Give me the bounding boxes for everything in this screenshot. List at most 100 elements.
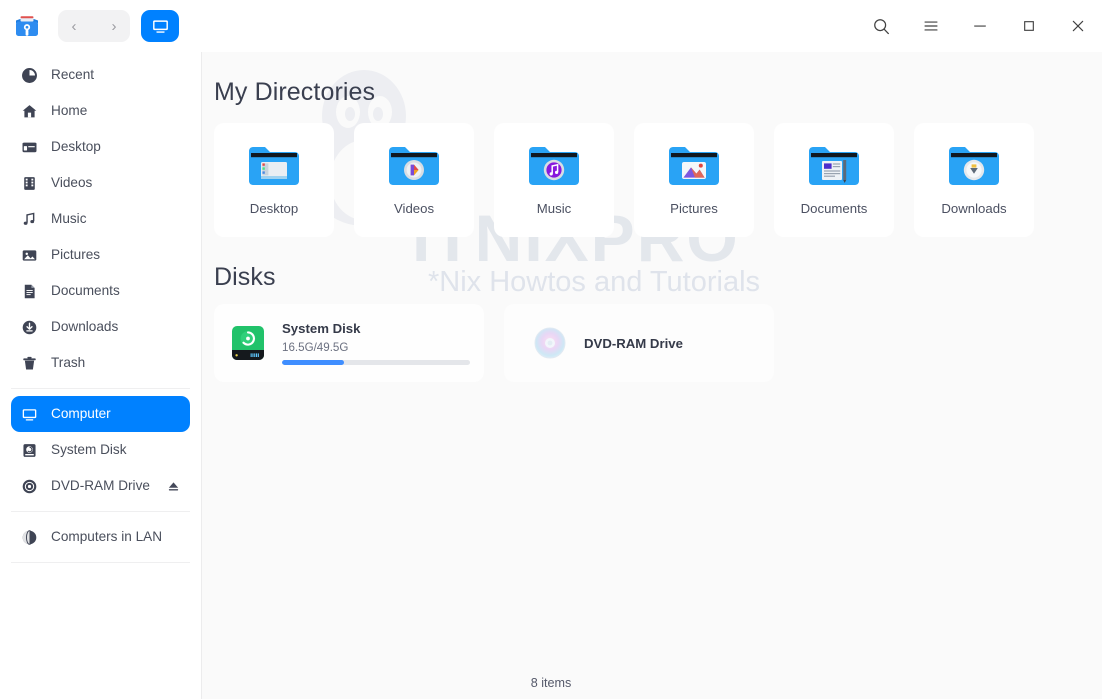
folder-pictures-icon (665, 139, 723, 189)
harddisk-icon (20, 441, 39, 460)
desktop-icon (20, 138, 39, 157)
network-icon (20, 528, 39, 547)
sidebar-item-computers-in-lan[interactable]: Computers in LAN (11, 519, 190, 555)
music-note-icon (20, 210, 39, 229)
clock-icon (20, 66, 39, 85)
disk-usage-bar (282, 360, 470, 365)
sidebar-item-documents[interactable]: Documents (11, 273, 190, 309)
sidebar-item-home[interactable]: Home (11, 93, 190, 129)
sidebar-divider (11, 511, 190, 512)
tab-computer[interactable] (141, 10, 179, 42)
disc-icon (20, 477, 39, 496)
menu-button[interactable] (906, 0, 955, 52)
forward-button[interactable]: › (107, 19, 121, 34)
folder-videos-icon (385, 139, 443, 189)
disk-card-dvd-ram-drive[interactable]: DVD-RAM Drive (504, 304, 774, 382)
directories-grid: Desktop Videos Music Pictures Documents … (202, 123, 1102, 237)
sidebar-item-recent[interactable]: Recent (11, 57, 190, 93)
sidebar-item-pictures[interactable]: Pictures (11, 237, 190, 273)
folder-downloads-icon (945, 139, 1003, 189)
folder-music-icon (525, 139, 583, 189)
folder-desktop-icon (245, 139, 303, 189)
main-content: ITNIXPRO *Nix Howtos and Tutorials My Di… (202, 52, 1102, 667)
sidebar-item-label: Home (51, 103, 88, 119)
sidebar-divider (11, 388, 190, 389)
sidebar-item-label: Documents (51, 283, 120, 299)
sidebar-item-label: System Disk (51, 442, 127, 458)
my-directories-title: My Directories (214, 78, 376, 106)
dvd-disc-icon (530, 323, 570, 363)
sidebar-divider (11, 562, 190, 563)
sidebar-item-label: DVD-RAM Drive (51, 478, 150, 494)
system-disk-icon (228, 323, 268, 363)
disk-info: DVD-RAM Drive (584, 336, 760, 351)
back-button[interactable]: ‹ (67, 19, 81, 34)
computer-icon (20, 405, 39, 424)
file-manager-window: ‹ › Recent Home Desktop Videos Music Pic… (0, 0, 1102, 699)
sidebar-item-videos[interactable]: Videos (11, 165, 190, 201)
sidebar-item-trash[interactable]: Trash (11, 345, 190, 381)
search-icon (874, 18, 889, 34)
folder-name: Documents (800, 201, 868, 216)
title-bar: ‹ › (0, 0, 1102, 52)
window-body: Recent Home Desktop Videos Music Picture… (0, 52, 1102, 667)
folder-name: Pictures (670, 201, 718, 216)
sidebar: Recent Home Desktop Videos Music Picture… (0, 52, 202, 667)
sidebar-item-desktop[interactable]: Desktop (11, 129, 190, 165)
folder-name: Videos (393, 201, 435, 216)
sidebar-item-system-disk[interactable]: System Disk (11, 432, 190, 468)
item-count-label: 8 items (530, 676, 572, 690)
status-bar-sidebar-pad (0, 667, 202, 699)
folder-card-videos[interactable]: Videos (354, 123, 474, 237)
sidebar-item-label: Computers in LAN (51, 529, 163, 545)
app-logo-icon (12, 11, 42, 41)
disks-grid: System Disk 16.5G/49.5G DVD-RAM Drive (202, 304, 1102, 382)
sidebar-item-downloads[interactable]: Downloads (11, 309, 190, 345)
maximize-icon (1023, 21, 1034, 31)
sidebar-item-label: Videos (51, 175, 93, 191)
sidebar-item-label: Pictures (51, 247, 101, 263)
sidebar-item-label: Recent (51, 67, 95, 83)
film-icon (20, 174, 39, 193)
sidebar-item-music[interactable]: Music (11, 201, 190, 237)
maximize-button[interactable] (1004, 0, 1053, 52)
sidebar-item-label: Music (51, 211, 87, 227)
folder-name: Music (536, 201, 572, 216)
eject-icon[interactable] (167, 480, 180, 493)
image-icon (20, 246, 39, 265)
trash-icon (20, 354, 39, 373)
sidebar-item-label: Desktop (51, 139, 101, 155)
minimize-icon (973, 25, 986, 27)
disk-name: System Disk (282, 321, 361, 336)
sidebar-item-dvd-ram-drive[interactable]: DVD-RAM Drive (11, 468, 190, 504)
sidebar-item-computer[interactable]: Computer (11, 396, 190, 432)
search-button[interactable] (857, 0, 906, 52)
hamburger-menu-icon (923, 21, 938, 31)
disks-title: Disks (214, 263, 276, 291)
close-button[interactable] (1053, 0, 1102, 52)
home-icon (20, 102, 39, 121)
navigation-buttons: ‹ › (58, 10, 130, 42)
sidebar-item-label: Computer (51, 406, 111, 422)
disk-capacity: 16.5G/49.5G (282, 341, 349, 354)
disk-name: DVD-RAM Drive (584, 335, 683, 351)
status-bar: 8 items (0, 667, 1102, 699)
sidebar-item-label: Downloads (51, 319, 119, 335)
folder-card-music[interactable]: Music (494, 123, 614, 237)
main-scroll-area: My Directories Desktop Videos Music Pict… (202, 52, 1102, 667)
folder-card-documents[interactable]: Documents (774, 123, 894, 237)
folder-name: Desktop (249, 201, 299, 216)
disk-usage-fill (282, 360, 345, 365)
window-actions (857, 0, 1102, 52)
disk-info: System Disk 16.5G/49.5G (282, 321, 470, 365)
download-icon (20, 318, 39, 337)
minimize-button[interactable] (955, 0, 1004, 52)
folder-documents-icon (805, 139, 863, 189)
disk-card-system-disk[interactable]: System Disk 16.5G/49.5G (214, 304, 484, 382)
folder-card-downloads[interactable]: Downloads (914, 123, 1034, 237)
folder-card-pictures[interactable]: Pictures (634, 123, 754, 237)
folder-name: Downloads (941, 201, 1007, 216)
folder-card-desktop[interactable]: Desktop (214, 123, 334, 237)
computer-icon (152, 19, 168, 33)
close-icon (1072, 20, 1083, 32)
